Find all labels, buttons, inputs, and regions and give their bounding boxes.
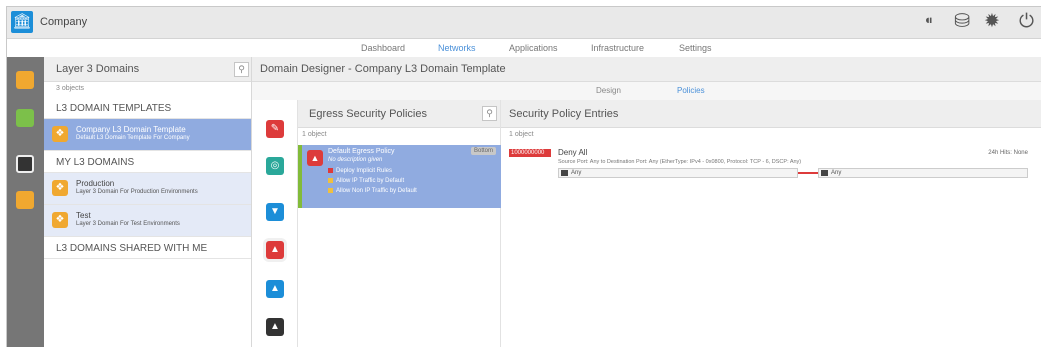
template-name: Company L3 Domain Template bbox=[76, 125, 186, 134]
entry-row[interactable]: 1000000000 Deny All Source Port: Any to … bbox=[501, 145, 1041, 182]
policy-desc: No description given bbox=[328, 157, 383, 163]
egress-title: Egress Security Policies bbox=[309, 108, 427, 120]
search-icon[interactable]: ⚲ bbox=[482, 106, 497, 121]
l3-domains-icon[interactable] bbox=[16, 71, 34, 89]
app-window: 🏛 Company ⁌ ⛁ ✹ ⏻ Dashboard Networks App… bbox=[6, 6, 1041, 347]
tab-design[interactable]: Design bbox=[596, 86, 621, 95]
redirection-icon[interactable]: ▲ bbox=[266, 318, 284, 336]
domain-item-production[interactable]: ❖ Production Layer 3 Domain For Producti… bbox=[44, 173, 251, 205]
search-icon[interactable]: ⚲ bbox=[234, 62, 249, 77]
entry-priority: 1000000000 bbox=[509, 149, 551, 157]
yellow-bullet-icon bbox=[328, 178, 333, 183]
egress-security-icon[interactable]: ▲ bbox=[266, 241, 284, 259]
power-icon[interactable]: ⏻ bbox=[1019, 12, 1034, 32]
domains-panel: Layer 3 Domains ⚲ 3 objects L3 DOMAIN TE… bbox=[44, 57, 252, 347]
tag-icon[interactable]: ✎ bbox=[266, 120, 284, 138]
shared-resources-icon[interactable] bbox=[16, 155, 34, 173]
yellow-bullet-icon bbox=[328, 188, 333, 193]
domain-desc: Layer 3 Domain For Production Environmen… bbox=[76, 189, 198, 195]
company-name: Company bbox=[40, 16, 88, 28]
entries-header: Security Policy Entries bbox=[501, 100, 1041, 128]
designer-title: Domain Designer - Company L3 Domain Temp… bbox=[260, 63, 506, 75]
entry-name: Deny All bbox=[558, 148, 588, 157]
policy-entries-panel: Security Policy Entries 1 object 1000000… bbox=[501, 100, 1041, 347]
egress-count: 1 object bbox=[302, 131, 327, 138]
source-network-icon bbox=[561, 170, 568, 176]
network-icon[interactable] bbox=[16, 191, 34, 209]
domain-template-icon: ❖ bbox=[52, 126, 68, 142]
tab-infrastructure[interactable]: Infrastructure bbox=[591, 43, 644, 53]
left-rail bbox=[7, 57, 44, 347]
entries-count: 1 object bbox=[509, 131, 534, 138]
entries-title: Security Policy Entries bbox=[509, 108, 619, 120]
entry-desc: Source Port: Any to Destination Port: An… bbox=[558, 159, 802, 165]
templates-section-header: L3 DOMAIN TEMPLATES bbox=[44, 97, 251, 119]
priority-tag: Bottom bbox=[470, 147, 496, 155]
gear-cluster-icon[interactable]: ✹ bbox=[984, 12, 1000, 32]
tab-networks[interactable]: Networks bbox=[438, 43, 476, 53]
company-logo-icon[interactable]: 🏛 bbox=[11, 11, 33, 33]
domain-name: Test bbox=[76, 211, 91, 220]
destination-network-icon bbox=[821, 170, 828, 176]
entry-source: Any bbox=[558, 168, 798, 178]
designer-subtabs: Design Policies bbox=[252, 82, 1041, 100]
domain-name: Production bbox=[76, 179, 115, 188]
template-desc: Default L3 Domain Template For Company bbox=[76, 135, 190, 141]
top-header: 🏛 Company ⁌ ⛁ ✹ ⏻ bbox=[7, 7, 1041, 39]
ingress-security-icon[interactable]: ▼ bbox=[266, 203, 284, 221]
domain-item-test[interactable]: ❖ Test Layer 3 Domain For Test Environme… bbox=[44, 205, 251, 237]
qos-icon[interactable]: ◎ bbox=[266, 157, 284, 175]
policy-type-rail: ✎ ◎ ▼ ▲ ▲ ▲ bbox=[252, 100, 298, 347]
domains-title: Layer 3 Domains bbox=[56, 63, 140, 75]
policy-option: Allow Non IP Traffic by Default bbox=[328, 188, 417, 194]
policy-name: Default Egress Policy bbox=[328, 148, 395, 155]
policy-item[interactable]: ▲ Default Egress Policy No description g… bbox=[298, 145, 501, 208]
deny-arrow-icon bbox=[798, 172, 818, 174]
tab-settings[interactable]: Settings bbox=[679, 43, 712, 53]
forwarding-icon[interactable]: ▲ bbox=[266, 280, 284, 298]
tab-dashboard[interactable]: Dashboard bbox=[361, 43, 405, 53]
domain-desc: Layer 3 Domain For Test Environments bbox=[76, 221, 180, 227]
domains-count: 3 objects bbox=[56, 85, 85, 92]
egress-policies-panel: Egress Security Policies ⚲ 1 object ▲ De… bbox=[298, 100, 501, 347]
entry-destination: Any bbox=[818, 168, 1028, 178]
template-item[interactable]: ❖ Company L3 Domain Template Default L3 … bbox=[44, 119, 251, 151]
database-icon[interactable]: ⛁ bbox=[954, 12, 970, 32]
shared-section-header: L3 DOMAINS SHARED WITH ME bbox=[44, 237, 251, 259]
tab-policies[interactable]: Policies bbox=[677, 86, 705, 95]
designer-header: Domain Designer - Company L3 Domain Temp… bbox=[252, 57, 1041, 82]
l2-domains-icon[interactable] bbox=[16, 109, 34, 127]
domain-icon: ❖ bbox=[52, 180, 68, 196]
policy-option: Allow IP Traffic by Default bbox=[328, 178, 404, 184]
domains-header: Layer 3 Domains ⚲ bbox=[44, 57, 251, 82]
egress-header: Egress Security Policies ⚲ bbox=[298, 100, 500, 128]
policy-option: Deploy Implicit Rules bbox=[328, 168, 392, 174]
activity-icon[interactable]: ⁌ bbox=[924, 12, 934, 32]
tab-applications[interactable]: Applications bbox=[509, 43, 558, 53]
main-nav: Dashboard Networks Applications Infrastr… bbox=[7, 39, 1041, 57]
entry-hits: 24h Hits: None bbox=[988, 150, 1028, 156]
domain-icon: ❖ bbox=[52, 212, 68, 228]
red-bullet-icon bbox=[328, 168, 333, 173]
egress-policy-icon: ▲ bbox=[307, 150, 323, 166]
my-domains-section-header: MY L3 DOMAINS bbox=[44, 151, 251, 173]
